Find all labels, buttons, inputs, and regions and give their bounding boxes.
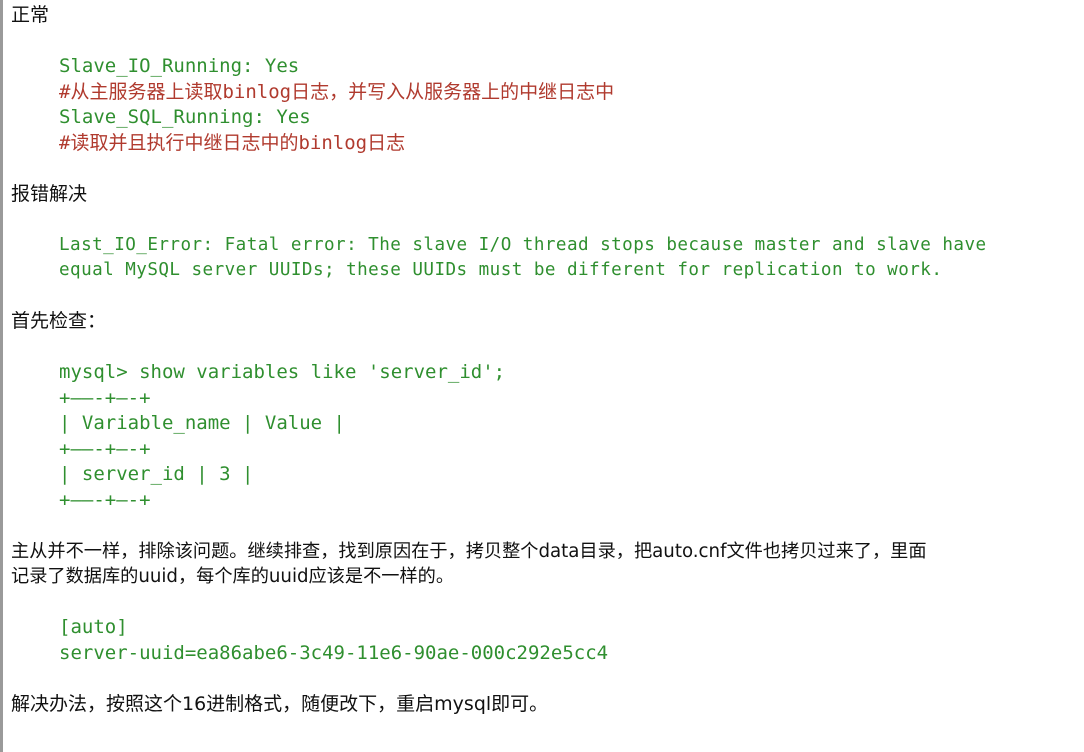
error-line-2: equal MySQL server UUIDs; these UUIDs mu… [59, 260, 943, 280]
io-comment-line: #从主服务器上读取binlog日志，并写入从服务器上的中继日志中 [59, 80, 615, 103]
sql-running-line: Slave_SQL_Running: Yes [59, 106, 311, 128]
io-running-line: Slave_IO_Running: Yes [59, 55, 300, 77]
solution-line: 解决办法，按照这个16进制格式，随便改下，重启mysql即可。 [11, 692, 549, 715]
document-body: 正常 Slave_IO_Running: Yes #从主服务器上读取binlog… [11, 0, 1081, 717]
normal-heading: 正常 [11, 4, 50, 26]
table-header-row: | Variable_name | Value | [59, 412, 345, 434]
check-heading: 首先检查： [11, 310, 107, 332]
sql-comment-line: #读取并且执行中继日志中的binlog日志 [59, 131, 406, 154]
left-border [0, 0, 3, 752]
table-border-top: +——-+—-+ [59, 386, 151, 409]
sql-command-line: mysql> show variables like 'server_id'; [59, 361, 506, 383]
error-line-1: Last_IO_Error: Fatal error: The slave I/… [59, 234, 987, 255]
error-heading: 报错解决 [11, 182, 88, 205]
table-data-row: | server_id | 3 | [59, 463, 254, 485]
table-border-bottom: +——-+—-+ [59, 488, 151, 511]
table-border-middle: +——-+—-+ [59, 437, 151, 460]
auto-section-line: [auto] [59, 616, 128, 638]
server-uuid-line: server-uuid=ea86abe6-3c49-11e6-90ae-000c… [59, 641, 609, 664]
explain-line-2: 记录了数据库的uuid，每个库的uuid应该是不一样的。 [11, 566, 455, 587]
explain-line-1: 主从并不一样，排除该问题。继续排查，找到原因在于，拷贝整个data目录，把aut… [11, 540, 927, 562]
